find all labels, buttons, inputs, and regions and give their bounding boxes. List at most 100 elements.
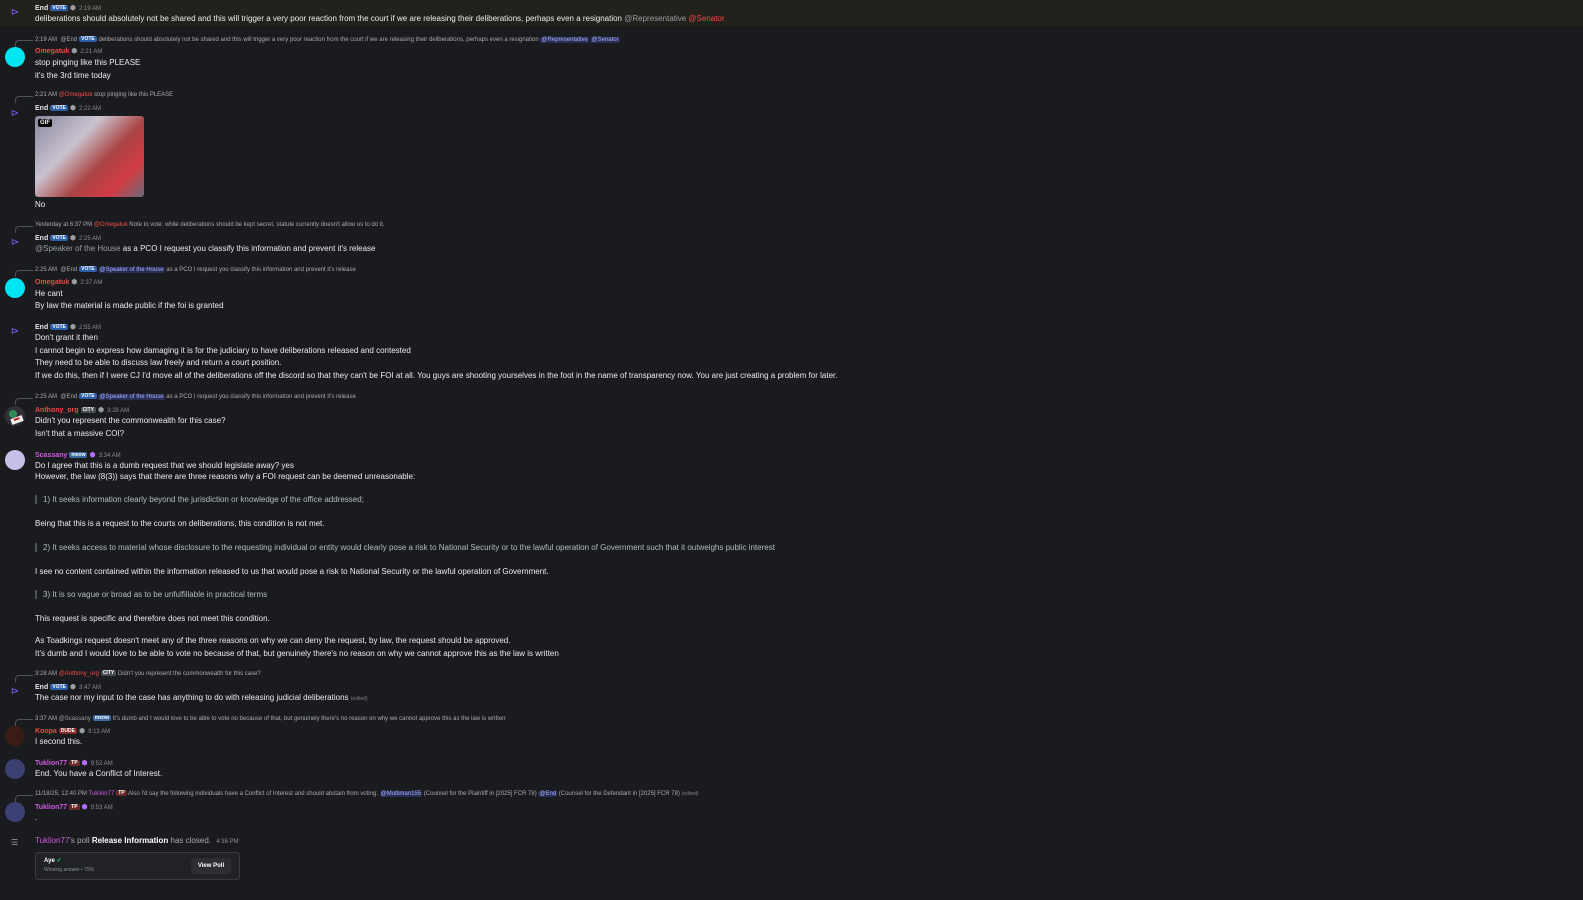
message-text: I see no content contained within the in…	[35, 567, 549, 576]
message-text: No	[35, 200, 46, 209]
username[interactable]: End	[35, 105, 48, 112]
reply-text: deliberations should absolutely not be s…	[98, 37, 539, 43]
reply-preview[interactable]: Yesterday at 6:37 PM @Omegatuk Note to v…	[35, 222, 385, 228]
poll-owner-suffix: 's poll	[69, 836, 90, 845]
mention-speaker[interactable]: @Speaker of the House	[35, 244, 121, 253]
reply-preview[interactable]: 3:28 AM @Anthony_org CITY Didn't you repr…	[35, 670, 261, 677]
poll-title[interactable]: Release Information	[92, 836, 168, 845]
reply-author: Tuklion77	[88, 791, 115, 797]
role-badge: TP	[69, 804, 80, 810]
role-badge: VOTE	[50, 5, 68, 11]
role-badge: CITY	[80, 407, 96, 413]
avatar[interactable]	[5, 802, 25, 822]
reply-connector	[15, 226, 33, 233]
message-body: deliberations should absolutely not be s…	[35, 14, 622, 23]
username[interactable]: Anthony_org	[35, 407, 79, 414]
timestamp: 9:53 AM	[90, 805, 113, 811]
avatar[interactable]	[5, 406, 25, 426]
message-text: deliberations should absolutely not be s…	[35, 14, 725, 23]
role-badge: VOTE	[50, 105, 68, 111]
username[interactable]: Omegatuk	[35, 48, 69, 55]
timestamp: 9:52 AM	[90, 761, 113, 767]
message-header: End VOTE ⬢ 3:47 AM	[35, 683, 101, 691]
reply-connector	[15, 398, 33, 405]
shield-icon: ⬢	[69, 105, 76, 112]
reply-preview[interactable]: 3:37 AM @Scassany meow It's dumb and I wo…	[35, 715, 506, 722]
poll-answer-summary: Winning answer • 75%	[44, 867, 95, 873]
username[interactable]: Tuklion77	[35, 804, 67, 811]
reply-preview[interactable]: 11/18/25, 12:40 PM Tuklion77 TP Also I'd …	[35, 790, 699, 797]
reply-badge: TP	[116, 790, 127, 796]
message-header: End VOTE ⬢ 2:19 AM	[35, 4, 101, 12]
mention-senator[interactable]: @Senator	[590, 37, 620, 43]
timestamp: 2:21 AM	[80, 49, 103, 55]
avatar[interactable]	[5, 759, 25, 779]
message-text: @Speaker of the House as a PCO I request…	[35, 244, 376, 253]
avatar[interactable]	[5, 450, 25, 470]
mention-representative[interactable]: @Representative	[540, 37, 589, 43]
poll-icon: ☰	[11, 838, 19, 847]
timestamp: 3:34 AM	[98, 453, 121, 459]
shield-icon: ⬢	[69, 324, 76, 331]
reply-time: 2:21 AM	[35, 92, 58, 98]
reply-text: Note to vote: while deliberations should…	[129, 222, 385, 228]
timestamp: 3:28 AM	[107, 408, 130, 414]
message-text: I cannot begin to express how damaging i…	[35, 346, 411, 355]
reply-text: Also I'd say the following individuals h…	[128, 791, 378, 797]
reply-connector	[15, 719, 33, 726]
reply-author: @Omegatuk	[93, 222, 128, 228]
chat-messages: ⊳ End VOTE ⬢ 2:19 AM deliberations should a…	[0, 0, 1583, 900]
mention-speaker[interactable]: @Speaker of the House	[98, 394, 165, 400]
reply-arrow-icon: ⊳	[10, 7, 20, 18]
username[interactable]: Koopa	[35, 728, 57, 735]
username[interactable]: Omegatuk	[35, 279, 69, 286]
message-header: End VOTE ⬢ 2:55 AM	[35, 323, 101, 331]
username[interactable]: End	[35, 684, 48, 691]
message-body: The case nor my input to the case has an…	[35, 693, 349, 702]
reply-preview[interactable]: 2:19 AM @End VOTE deliberations should ab…	[35, 36, 620, 43]
mention-speaker[interactable]: @Speaker of the House	[98, 267, 165, 273]
mention-representative[interactable]: @Representative	[624, 14, 686, 23]
reply-preview[interactable]: 2:25 AM @End VOTE @Speaker of the House a…	[35, 266, 356, 273]
view-poll-button[interactable]: View Poll	[191, 858, 231, 874]
reply-time: 3:28 AM	[35, 671, 58, 677]
username[interactable]: Scassany	[35, 452, 67, 459]
timestamp: 2:19 AM	[78, 6, 101, 12]
avatar[interactable]	[5, 47, 25, 67]
reply-text: Didn't you represent the commonwealth fo…	[117, 671, 261, 677]
avatar-image	[9, 410, 24, 425]
gif-attachment[interactable]: GIF	[35, 116, 144, 197]
message-text: He cant	[35, 289, 63, 298]
message-text: it's the 3rd time today	[35, 71, 111, 80]
message-header: Omegatuk ⬢ 2:37 AM	[35, 278, 102, 286]
avatar[interactable]	[5, 726, 25, 746]
timestamp: 2:22 AM	[78, 106, 101, 112]
poll-owner[interactable]: Tuklion77	[35, 836, 69, 845]
mention-multiman[interactable]: @Multiman155	[379, 791, 423, 797]
message-header: Anthony_org CITY ⬢ 3:28 AM	[35, 406, 129, 414]
reply-arrow-icon: ⊳	[10, 326, 20, 337]
reply-badge: VOTE	[79, 266, 97, 272]
reply-preview[interactable]: 2:25 AM @End VOTE @Speaker of the House a…	[35, 393, 356, 400]
username[interactable]: End	[35, 235, 48, 242]
message-header: Tuklion77 TP ⬢ 9:52 AM	[35, 759, 113, 767]
username[interactable]: Tuklion77	[35, 760, 67, 767]
reply-time: 11/18/25, 12:40 PM	[35, 791, 87, 797]
reply-preview[interactable]: 2:21 AM @Omegatuk stop pinging like this…	[35, 92, 173, 98]
poll-card[interactable]: Aye ✔ Winning answer • 75% View Poll	[35, 852, 240, 880]
role-badge: DUDE	[58, 728, 77, 734]
mention-senator[interactable]: @Senator	[688, 14, 724, 23]
reply-time: 2:25 AM	[35, 394, 58, 400]
message-text: If we do this, then if I were CJ I'd mov…	[35, 371, 838, 380]
shield-icon: ⬢	[89, 452, 96, 459]
message-text: The case nor my input to the case has an…	[35, 693, 368, 702]
message-text: Do I agree that this is a dumb request t…	[35, 461, 294, 470]
reply-author: @Scassany	[58, 716, 91, 722]
username[interactable]: End	[35, 324, 48, 331]
message-text: This request is specific and therefore d…	[35, 614, 270, 623]
mention-end[interactable]: @End	[538, 791, 558, 797]
block-quote: 3) It is so vague or broad as to be unfu…	[35, 590, 267, 599]
username[interactable]: End	[35, 5, 48, 12]
message-text: By law the material is made public if th…	[35, 301, 224, 310]
avatar[interactable]	[5, 278, 25, 298]
